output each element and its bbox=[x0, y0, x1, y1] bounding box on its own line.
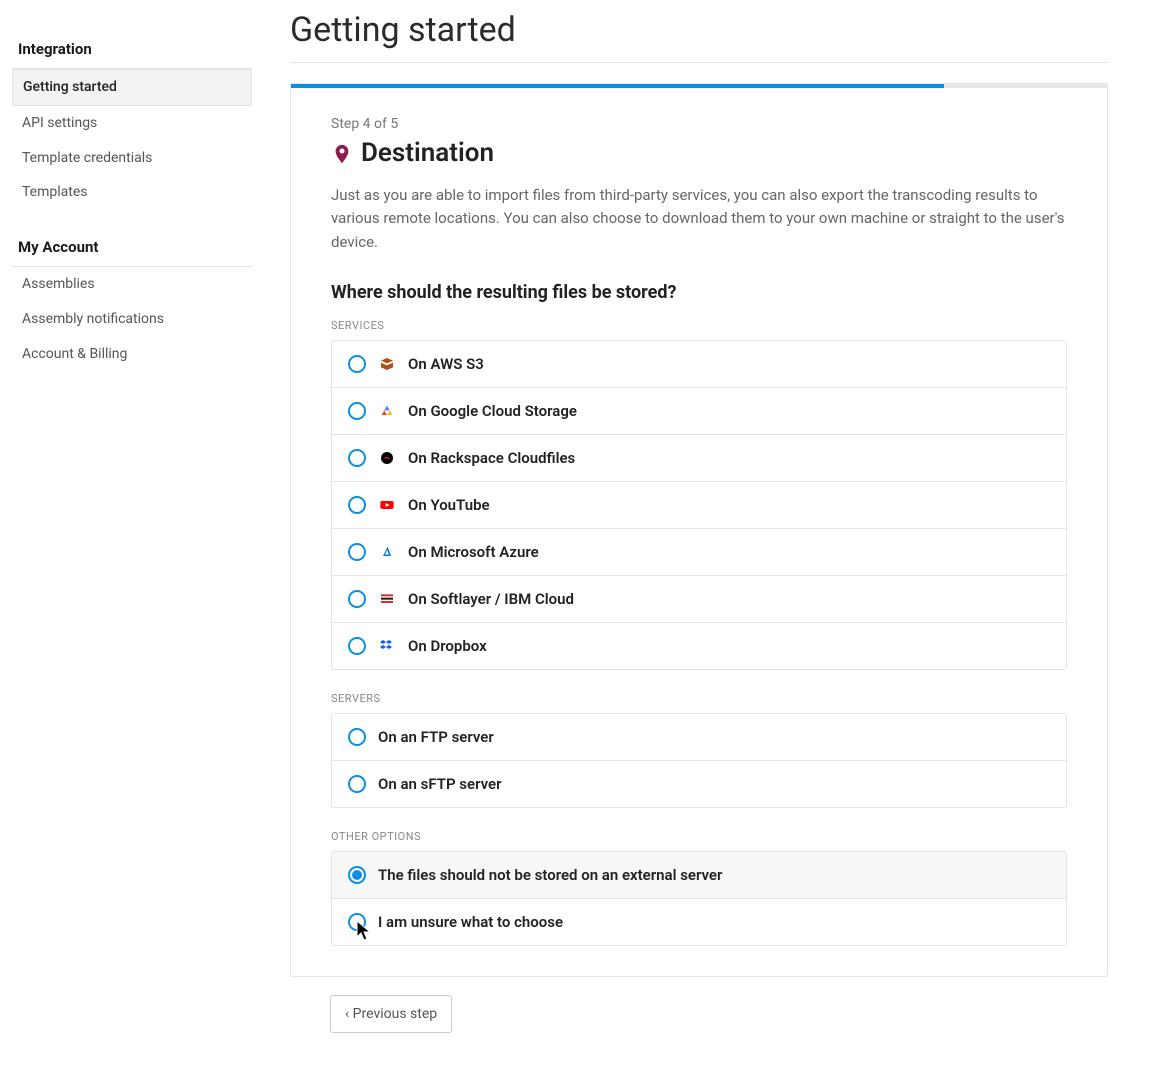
option-gcs[interactable]: On Google Cloud Storage bbox=[332, 388, 1066, 435]
page-title: Getting started bbox=[290, 10, 1108, 50]
main-content: Getting started Step 4 of 5 Destination … bbox=[260, 0, 1158, 1073]
option-youtube[interactable]: On YouTube bbox=[332, 482, 1066, 529]
sidebar-item-assemblies[interactable]: Assemblies bbox=[12, 267, 252, 302]
radio-icon bbox=[348, 543, 366, 561]
question-heading: Where should the resulting files be stor… bbox=[331, 282, 1067, 303]
dropbox-icon bbox=[378, 637, 396, 655]
sidebar-item-templates[interactable]: Templates bbox=[12, 175, 252, 210]
location-pin-icon bbox=[331, 141, 351, 165]
sidebar: IntegrationGetting startedAPI settingsTe… bbox=[0, 0, 260, 1073]
radio-icon bbox=[348, 590, 366, 608]
sidebar-item-template-credentials[interactable]: Template credentials bbox=[12, 141, 252, 176]
wizard-footer: ‹ Previous step bbox=[290, 977, 1108, 1033]
radio-icon bbox=[348, 913, 366, 931]
step-description: Just as you are able to import files fro… bbox=[331, 184, 1067, 254]
sidebar-item-assembly-notifications[interactable]: Assembly notifications bbox=[12, 302, 252, 337]
step-indicator: Step 4 of 5 bbox=[331, 116, 1067, 132]
gcloud-icon bbox=[378, 402, 396, 420]
option-rackspace[interactable]: On Rackspace Cloudfiles bbox=[332, 435, 1066, 482]
progress-bar bbox=[291, 84, 1107, 88]
option-azure[interactable]: On Microsoft Azure bbox=[332, 529, 1066, 576]
sidebar-section-title: My Account bbox=[12, 238, 252, 267]
option-label: On Rackspace Cloudfiles bbox=[408, 449, 575, 467]
step-title-row: Destination bbox=[331, 138, 1067, 168]
sidebar-item-account-billing[interactable]: Account & Billing bbox=[12, 337, 252, 372]
option-sftp[interactable]: On an sFTP server bbox=[332, 761, 1066, 807]
radio-icon bbox=[348, 775, 366, 793]
softlayer-icon bbox=[378, 590, 396, 608]
group-label: SERVERS bbox=[331, 692, 1067, 705]
step-title: Destination bbox=[361, 138, 494, 168]
azure-icon bbox=[378, 543, 396, 561]
youtube-icon bbox=[378, 496, 396, 514]
option-none[interactable]: The files should not be stored on an ext… bbox=[332, 852, 1066, 899]
radio-icon bbox=[348, 449, 366, 467]
option-dropbox[interactable]: On Dropbox bbox=[332, 623, 1066, 669]
radio-icon bbox=[348, 496, 366, 514]
rackspace-icon bbox=[378, 449, 396, 467]
option-unsure[interactable]: I am unsure what to choose bbox=[332, 899, 1066, 945]
option-label: On AWS S3 bbox=[408, 355, 484, 373]
option-label: The files should not be stored on an ext… bbox=[378, 866, 722, 884]
radio-icon bbox=[348, 637, 366, 655]
progress-fill bbox=[291, 84, 944, 88]
option-softlayer[interactable]: On Softlayer / IBM Cloud bbox=[332, 576, 1066, 623]
sidebar-item-api-settings[interactable]: API settings bbox=[12, 106, 252, 141]
option-list: On AWS S3 On Google Cloud Storage On Racks… bbox=[331, 340, 1067, 670]
option-label: On Microsoft Azure bbox=[408, 543, 539, 561]
option-label: On Dropbox bbox=[408, 637, 487, 655]
page-divider bbox=[290, 62, 1108, 63]
option-label: On an sFTP server bbox=[378, 775, 502, 793]
radio-icon bbox=[348, 402, 366, 420]
sidebar-item-getting-started[interactable]: Getting started bbox=[12, 69, 252, 106]
group-label: SERVICES bbox=[331, 319, 1067, 332]
option-label: On an FTP server bbox=[378, 728, 494, 746]
option-aws[interactable]: On AWS S3 bbox=[332, 341, 1066, 388]
sidebar-section-title: Integration bbox=[12, 40, 252, 69]
option-label: I am unsure what to choose bbox=[378, 913, 563, 931]
option-label: On Google Cloud Storage bbox=[408, 402, 577, 420]
option-label: On YouTube bbox=[408, 496, 490, 514]
group-label: OTHER OPTIONS bbox=[331, 830, 1067, 843]
option-list: The files should not be stored on an ext… bbox=[331, 851, 1067, 946]
aws-icon bbox=[378, 355, 396, 373]
radio-icon bbox=[348, 355, 366, 373]
option-list: On an FTP server On an sFTP server bbox=[331, 713, 1067, 808]
wizard-card: Step 4 of 5 Destination Just as you are … bbox=[290, 83, 1108, 977]
previous-step-button[interactable]: ‹ Previous step bbox=[330, 995, 452, 1033]
option-ftp[interactable]: On an FTP server bbox=[332, 714, 1066, 761]
radio-icon bbox=[348, 866, 366, 884]
radio-icon bbox=[348, 728, 366, 746]
option-label: On Softlayer / IBM Cloud bbox=[408, 590, 574, 608]
